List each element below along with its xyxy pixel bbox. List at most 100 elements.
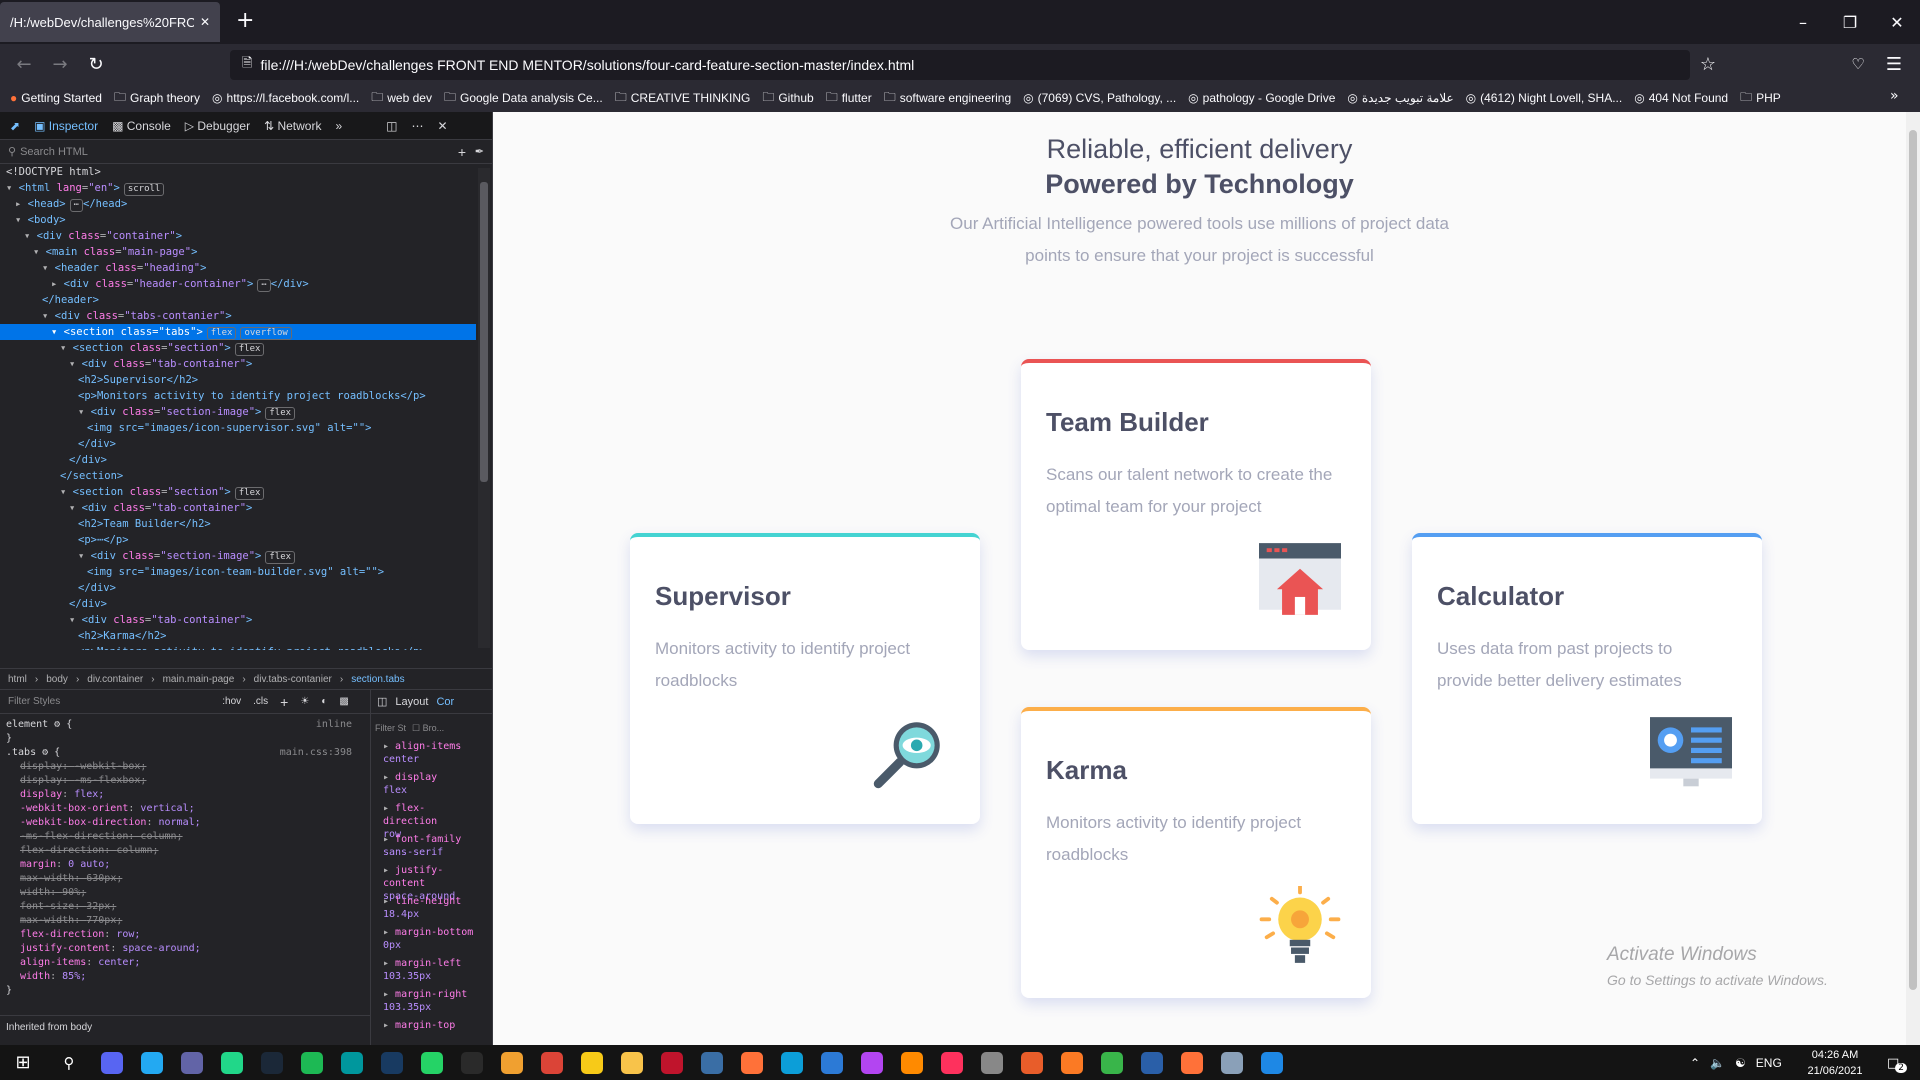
- markup-node[interactable]: </header>: [0, 292, 476, 308]
- css-declaration[interactable]: font-size: 32px;: [0, 900, 360, 914]
- app-icon[interactable]: [892, 1045, 932, 1080]
- css-declaration[interactable]: flex-direction: column;: [0, 844, 360, 858]
- markup-node[interactable]: ▾ <header class="heading">: [0, 260, 476, 276]
- tab-network[interactable]: ⇅ Network: [264, 119, 321, 133]
- rule-selector[interactable]: }: [0, 984, 360, 998]
- add-rule-button[interactable]: +: [280, 694, 288, 710]
- breadcrumb-item[interactable]: section.tabs: [351, 674, 404, 685]
- css-declaration[interactable]: max-width: 630px;: [0, 872, 360, 886]
- bookmark-item[interactable]: ◎ (7069) CVS, Pathology, ...: [1023, 91, 1176, 105]
- browser-styles-checkbox[interactable]: ☐ Bro...: [412, 723, 444, 734]
- clion-icon[interactable]: [212, 1045, 252, 1080]
- bookmark-item[interactable]: 🗀 CREATIVE THINKING: [615, 88, 751, 109]
- css-declaration[interactable]: width: 90%;: [0, 886, 360, 900]
- html-search[interactable]: ⚲ Search HTML + ✒: [0, 140, 492, 164]
- css-declaration[interactable]: -ms-flex-direction: column;: [0, 830, 360, 844]
- notification-icon[interactable]: □ 2: [1882, 1051, 1912, 1075]
- markup-node[interactable]: ▾ <html lang="en"> scroll: [0, 180, 476, 196]
- markup-node[interactable]: ▾ <section class="section"> flex: [0, 340, 476, 356]
- app-icon[interactable]: [812, 1045, 852, 1080]
- markup-node[interactable]: ▾ <div class="section-image"> flex: [0, 548, 476, 564]
- app-icon[interactable]: [1132, 1045, 1172, 1080]
- bookmark-item[interactable]: 🗀 Github: [762, 88, 813, 109]
- markup-node[interactable]: <p>Monitors activity to identify project…: [0, 644, 476, 650]
- bookmark-item[interactable]: ◎ (4612) Night Lovell, SHA...: [1466, 91, 1623, 105]
- bookmark-item[interactable]: 🗀 software engineering: [884, 88, 1011, 109]
- bookmark-item[interactable]: 🗀 web dev: [371, 88, 432, 109]
- sidebar-toggle-icon[interactable]: ◫: [377, 695, 387, 708]
- css-declaration[interactable]: margin: 0 auto;: [0, 858, 360, 872]
- bookmark-star-icon[interactable]: ☆: [1690, 46, 1726, 82]
- intellij-icon[interactable]: [932, 1045, 972, 1080]
- bookmark-item[interactable]: 🗀 flutter: [826, 88, 872, 109]
- markup-node[interactable]: </div>: [0, 596, 476, 612]
- pocket-icon[interactable]: ♡: [1840, 46, 1876, 82]
- search-input[interactable]: Search HTML: [20, 146, 88, 158]
- whatsapp-icon[interactable]: [412, 1045, 452, 1080]
- steam-icon[interactable]: [252, 1045, 292, 1080]
- language-icon[interactable]: ☯: [1735, 1056, 1746, 1070]
- clock[interactable]: 04:26 AM 21/06/2021: [1790, 1045, 1880, 1080]
- computed-filter-input[interactable]: Filter St: [375, 723, 406, 733]
- bookmark-item[interactable]: ◎ https://l.facebook.com/l...: [212, 91, 359, 105]
- phpstorm-icon[interactable]: [852, 1045, 892, 1080]
- tab-layout[interactable]: Layout: [395, 696, 428, 708]
- teams-icon[interactable]: [172, 1045, 212, 1080]
- markup-node[interactable]: <p>⋯</p>: [0, 532, 476, 548]
- arduino-icon[interactable]: [332, 1045, 372, 1080]
- back-icon[interactable]: ←: [6, 46, 42, 82]
- breadcrumb-item[interactable]: html: [8, 674, 27, 685]
- computed-property[interactable]: ▸ margin-right 103.35px: [371, 988, 479, 1019]
- css-declaration[interactable]: -webkit-box-direction: normal;: [0, 816, 360, 830]
- markup-node[interactable]: ▸ <head> ⋯ </head>: [0, 196, 476, 212]
- markup-node[interactable]: </div>: [0, 580, 476, 596]
- rule-selector[interactable]: .tabs ⚙ {main.css:398: [0, 746, 360, 760]
- chrome-icon[interactable]: [532, 1045, 572, 1080]
- markup-node[interactable]: <!DOCTYPE html>: [0, 164, 476, 180]
- filter-styles-input[interactable]: Filter Styles: [8, 696, 60, 707]
- computed-property[interactable]: ▸ margin-left 103.35px: [371, 957, 479, 988]
- search-icon[interactable]: ⚲: [46, 1045, 92, 1080]
- markup-node[interactable]: <p>Monitors activity to identify project…: [0, 388, 476, 404]
- breadcrumb-item[interactable]: body: [46, 674, 68, 685]
- file-explorer-icon[interactable]: [612, 1045, 652, 1080]
- forward-icon[interactable]: →: [42, 46, 78, 82]
- firefox-icon[interactable]: [1172, 1045, 1212, 1080]
- app-icon[interactable]: [492, 1045, 532, 1080]
- css-declaration[interactable]: -webkit-box-orient: vertical;: [0, 802, 360, 816]
- close-devtools-icon[interactable]: ✕: [438, 119, 448, 133]
- hover-toggle[interactable]: :hov: [222, 696, 241, 707]
- markup-node[interactable]: ▾ <div class="tab-container">: [0, 500, 476, 516]
- markup-node[interactable]: ▾ <div class="section-image"> flex: [0, 404, 476, 420]
- windows-start-icon[interactable]: ⊞: [0, 1045, 46, 1080]
- css-declaration[interactable]: max-width: 770px;: [0, 914, 360, 928]
- markup-node[interactable]: ▾ <section class="tabs"> flex overflow: [0, 324, 476, 340]
- markup-node[interactable]: ▾ <div class="tab-container">: [0, 356, 476, 372]
- css-declaration[interactable]: justify-content: space-around;: [0, 942, 360, 956]
- minimize-icon[interactable]: –: [1780, 0, 1826, 44]
- markup-node[interactable]: ▾ <div class="tabs-contanier">: [0, 308, 476, 324]
- computed-property[interactable]: ▸ align-items center: [371, 740, 479, 771]
- new-tab-button[interactable]: +: [236, 8, 254, 33]
- bookmark-item[interactable]: ◎ pathology - Google Drive: [1188, 91, 1335, 105]
- markup-node[interactable]: ▸ <div class="header-container"> ⋯ </div>: [0, 276, 476, 292]
- options-icon[interactable]: ⋯: [412, 119, 424, 133]
- app-icon[interactable]: [972, 1045, 1012, 1080]
- sticky-icon[interactable]: [572, 1045, 612, 1080]
- app-icon[interactable]: [732, 1045, 772, 1080]
- markup-tree[interactable]: <!DOCTYPE html> ▾ <html lang="en"> scroll ▸…: [0, 164, 476, 650]
- tab-inspector[interactable]: ▣ Inspector: [34, 119, 98, 133]
- print-icon[interactable]: ▩: [339, 696, 348, 707]
- close-window-icon[interactable]: ✕: [1874, 0, 1920, 44]
- breadcrumb-item[interactable]: div.container: [87, 674, 143, 685]
- tab-computed[interactable]: Cor: [436, 696, 454, 708]
- app-icon[interactable]: [1092, 1045, 1132, 1080]
- light-mode-icon[interactable]: ☀: [300, 696, 309, 707]
- edge-icon[interactable]: [772, 1045, 812, 1080]
- element-picker-icon[interactable]: ⬈: [10, 119, 20, 133]
- css-declaration[interactable]: display: -ms-flexbox;: [0, 774, 360, 788]
- app-icon[interactable]: [1252, 1045, 1292, 1080]
- browser-tab[interactable]: /H:/webDev/challenges%20FRONT%20 ✕: [0, 2, 220, 42]
- tray-chevron-icon[interactable]: ⌃: [1690, 1056, 1700, 1070]
- app-icon[interactable]: [652, 1045, 692, 1080]
